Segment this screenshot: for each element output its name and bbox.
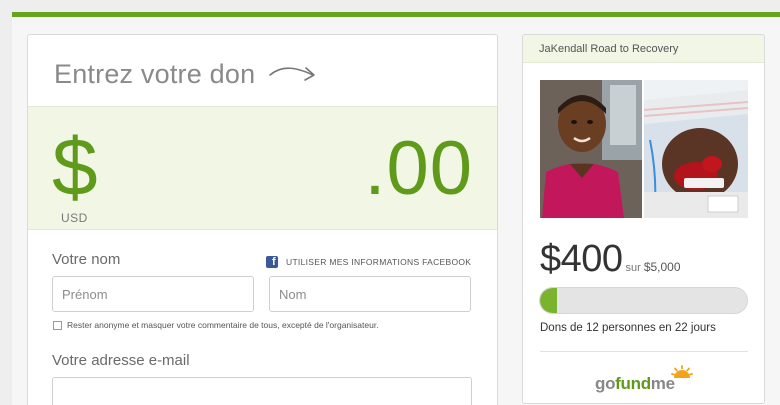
progress-bar [539,287,748,314]
email-label: Votre adresse e-mail [52,352,190,369]
raised-amount: $400 [540,238,623,280]
facebook-info-link[interactable]: f UTILISER MES INFORMATIONS FACEBOOK [266,256,471,268]
anonymous-label: Rester anonyme et masquer votre commenta… [67,320,379,330]
campaign-card: JaKendall Road to Recovery $400 sur $5,0… [522,34,765,404]
first-name-input[interactable] [52,276,254,312]
progress-fill [540,288,557,313]
gofundme-wordmark: gofundme [595,374,675,393]
facebook-link-label: UTILISER MES INFORMATIONS FACEBOOK [286,257,472,267]
anonymous-option[interactable]: Rester anonyme et masquer votre commenta… [53,320,379,330]
goal-amount: $5,000 [643,260,681,274]
arrow-right-icon [269,67,315,81]
anonymous-checkbox[interactable] [53,320,62,330]
email-input[interactable] [52,377,472,405]
name-label: Votre nom [52,251,121,268]
currency-symbol: $ [52,122,98,213]
goal-connector: sur [625,262,641,274]
form-title: Entrez votre don [54,59,256,89]
divider [540,351,748,352]
last-name-input[interactable] [269,276,471,312]
campaign-photo [540,80,748,218]
campaign-photo-right [644,80,748,218]
campaign-title: JaKendall Road to Recovery [523,35,764,63]
campaign-photo-left [540,80,642,218]
facebook-icon: f [266,256,278,268]
amount-input-box[interactable]: $ USD .00 [28,106,497,230]
currency-code: USD [61,211,88,225]
amount-cents: .00 [364,126,473,211]
raised-summary: $400 sur $5,000 [540,238,681,281]
donation-stats: Dons de 12 personnes en 22 jours [540,322,716,334]
gofundme-logo[interactable]: gofundme [595,365,695,395]
donation-form: Entrez votre don $ USD .00 Votre nom f U… [27,34,498,405]
